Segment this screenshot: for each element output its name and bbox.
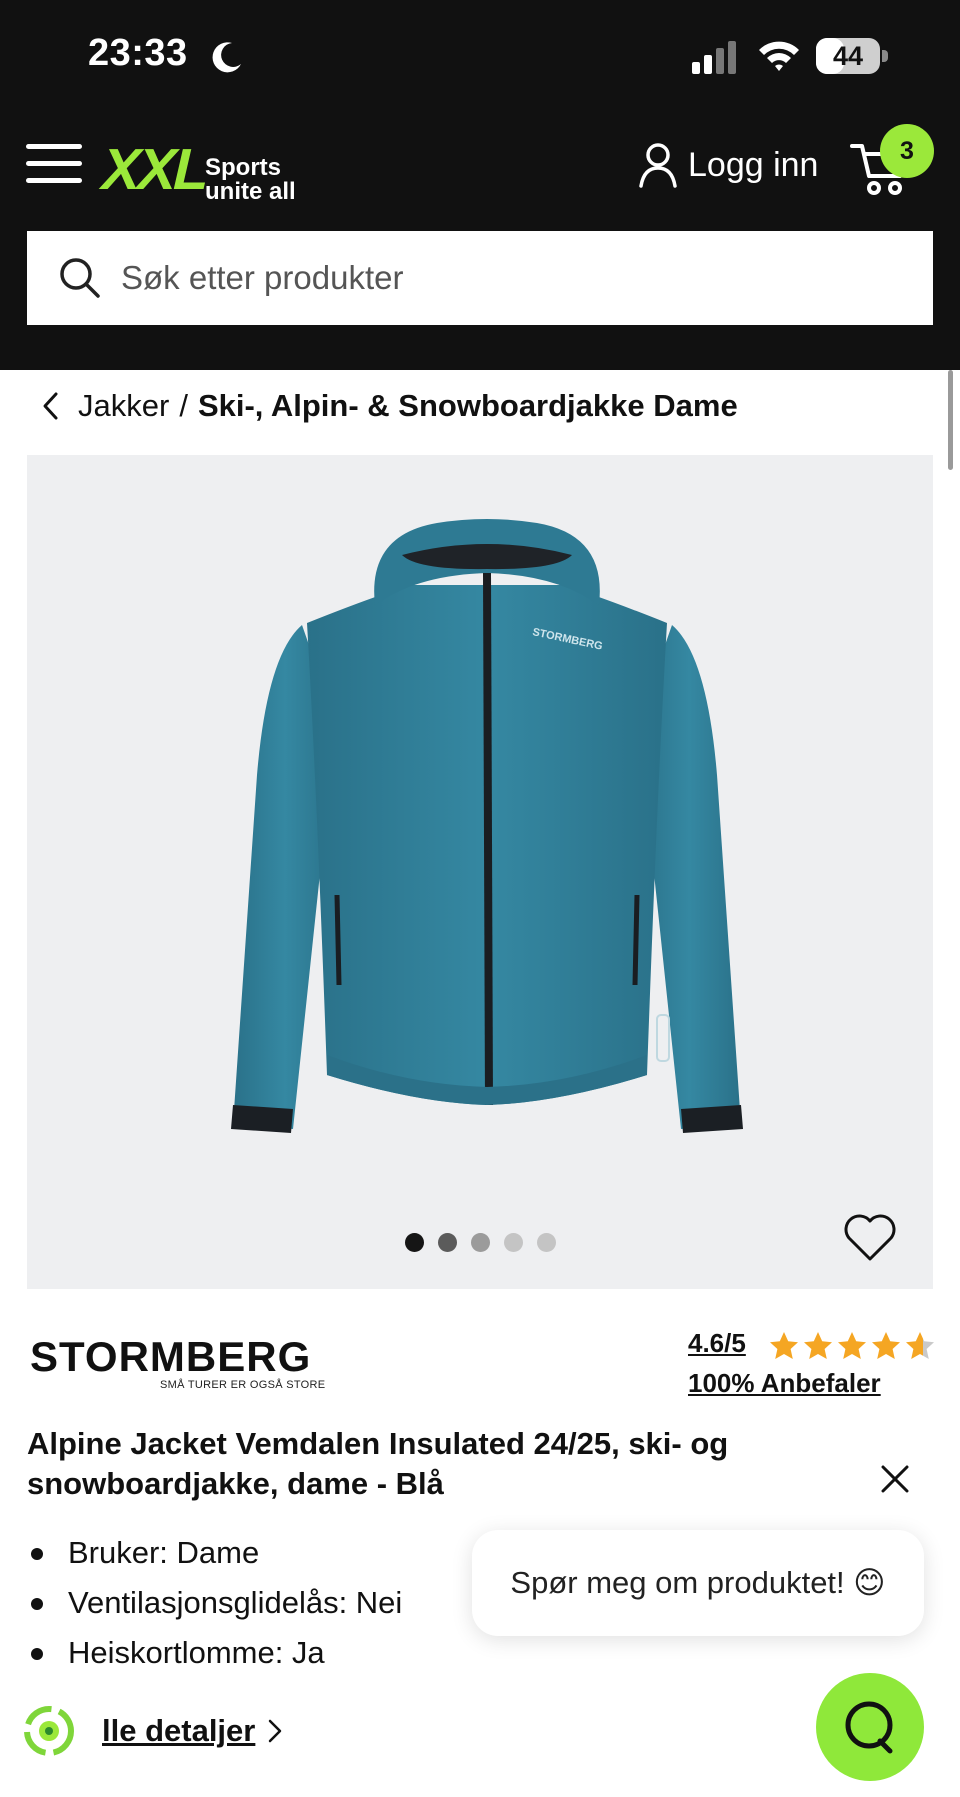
star-icon — [872, 1332, 900, 1359]
menu-line — [26, 144, 82, 149]
battery-percent: 44 — [832, 41, 864, 71]
breadcrumb-separator: / — [179, 388, 188, 423]
carousel-dot[interactable] — [503, 1233, 523, 1252]
moon-icon — [212, 42, 241, 73]
wifi-icon — [759, 41, 799, 71]
logo-wordmark: XXL — [100, 137, 207, 202]
logo-tagline-line2: unite all — [205, 178, 296, 205]
recycle-icon — [24, 1706, 74, 1756]
heart-icon[interactable] — [842, 1211, 898, 1263]
star-icon — [770, 1332, 798, 1359]
cart-count-badge[interactable]: 3 — [880, 124, 934, 178]
brand-name: STORMBERG — [30, 1333, 312, 1380]
top-navigation: XXL Sports unite all Logg inn 3 — [0, 118, 960, 218]
search-input[interactable] — [119, 258, 883, 298]
chat-button[interactable] — [816, 1673, 924, 1781]
rating-score-text: 4.6/5 — [688, 1328, 746, 1358]
image-carousel-dots[interactable] — [27, 1233, 933, 1255]
brand-logo[interactable]: STORMBERG SMÅ TURER ER OGSÅ STORE — [30, 1333, 325, 1393]
star-icon — [838, 1332, 866, 1359]
feature-item: Bruker: Dame — [27, 1530, 402, 1580]
all-details-link[interactable]: lle detaljer — [102, 1713, 255, 1749]
feature-list: Bruker: Dame Ventilasjonsglidelås: Nei H… — [27, 1530, 402, 1680]
carousel-dot[interactable] — [536, 1233, 556, 1252]
brand-tagline: SMÅ TURER ER OGSÅ STORE — [160, 1379, 326, 1391]
chevron-left-icon[interactable] — [40, 391, 62, 421]
recommend-link[interactable]: 100% Anbefaler — [688, 1368, 881, 1399]
product-image-jacket[interactable]: STORMBERG — [227, 515, 747, 1235]
chat-prompt-bubble[interactable]: Spør meg om produktet! 😊 — [472, 1530, 924, 1636]
rating-stars — [768, 1330, 936, 1362]
details-row[interactable]: lle detaljer — [18, 1700, 283, 1762]
logo-tagline: Sports unite all — [205, 156, 325, 204]
battery-tip — [882, 50, 888, 62]
page-scrollbar[interactable] — [948, 370, 953, 470]
login-label: Logg inn — [688, 145, 819, 184]
carousel-dot-active[interactable] — [404, 1233, 424, 1252]
menu-button[interactable] — [26, 144, 82, 184]
status-time: 23:33 — [88, 32, 188, 74]
star-icon — [804, 1332, 832, 1359]
close-icon[interactable] — [878, 1462, 912, 1496]
feature-item: Heiskortlomme: Ja — [27, 1630, 402, 1680]
login-button[interactable]: Logg inn — [638, 140, 818, 190]
user-icon — [639, 143, 677, 188]
battery-indicator: 44 — [816, 38, 890, 76]
breadcrumb: Jakker / Ski-, Alpin- & Snowboardjakke D… — [40, 388, 738, 424]
product-title: Alpine Jacket Vemdalen Insulated 24/25, … — [27, 1426, 729, 1501]
rating-score[interactable]: 4.6/5 — [688, 1328, 746, 1359]
breadcrumb-parent-link[interactable]: Jakker — [78, 388, 169, 424]
menu-line — [26, 161, 82, 166]
cellular-signal-icon — [692, 41, 736, 74]
menu-line — [26, 178, 82, 183]
header-area: 23:33 44 XXL Sports unite all Logg inn 3… — [0, 0, 960, 370]
search-icon — [60, 258, 100, 298]
breadcrumb-current: Ski-, Alpin- & Snowboardjakke Dame — [197, 388, 738, 423]
product-image-gallery[interactable]: STORMBERG — [27, 455, 933, 1289]
logo-tagline-line1: Sports — [205, 154, 282, 181]
status-bar: 23:33 44 — [0, 0, 960, 112]
feature-item: Ventilasjonsglidelås: Nei — [27, 1580, 402, 1630]
search-bar[interactable] — [27, 231, 933, 325]
chat-bubble-icon — [845, 1701, 893, 1754]
star-icon — [906, 1332, 934, 1359]
chevron-right-icon — [269, 1719, 282, 1743]
carousel-dot[interactable] — [437, 1233, 457, 1252]
carousel-dot[interactable] — [470, 1233, 490, 1252]
